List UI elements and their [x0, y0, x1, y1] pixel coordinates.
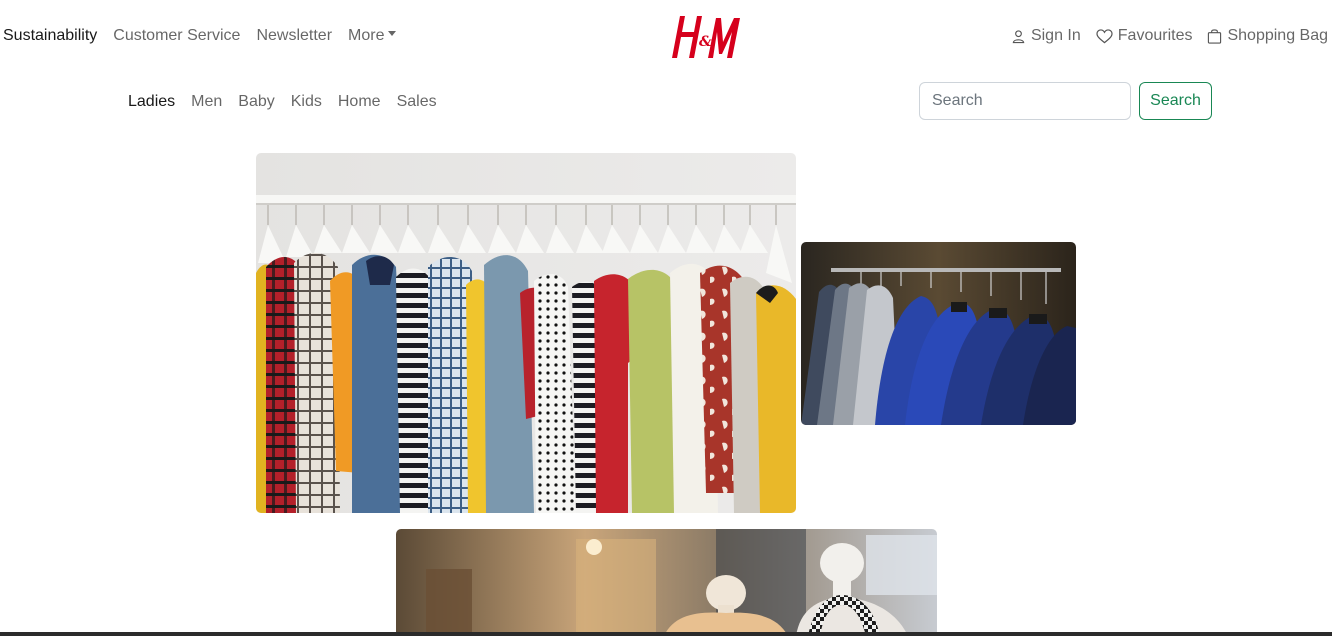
- person-icon: [1012, 29, 1025, 43]
- category-sales[interactable]: Sales: [397, 93, 437, 111]
- category-home[interactable]: Home: [338, 93, 381, 111]
- bag-icon: [1208, 29, 1222, 44]
- mannequins-image: [396, 529, 937, 636]
- utility-links: Sign In Favourites Shopping Bag: [996, 26, 1328, 46]
- nav-link-newsletter[interactable]: Newsletter: [256, 27, 332, 45]
- favourites-link[interactable]: Favourites: [1096, 26, 1193, 46]
- shopping-bag-label: Shopping Bag: [1227, 27, 1328, 44]
- category-men[interactable]: Men: [191, 93, 222, 111]
- caret-down-icon: [388, 31, 397, 37]
- shopping-bag-link[interactable]: Shopping Bag: [1207, 26, 1328, 46]
- svg-text:&: &: [699, 34, 712, 50]
- category-baby[interactable]: Baby: [238, 93, 274, 111]
- top-navbar: Sustainability Customer Service Newslett…: [0, 0, 1332, 72]
- category-nav: Ladies Men Baby Kids Home Sales: [128, 93, 453, 111]
- favourites-label: Favourites: [1117, 27, 1193, 44]
- clothing-rack-image: [256, 153, 796, 513]
- heart-icon: [1096, 28, 1113, 43]
- page-bottom-edge: [0, 632, 1332, 636]
- nav-link-customer-service[interactable]: Customer Service: [113, 27, 240, 45]
- more-label: More: [348, 27, 385, 44]
- search-button[interactable]: Search: [1139, 82, 1212, 120]
- search-input[interactable]: [919, 82, 1131, 120]
- hm-logo[interactable]: &: [664, 8, 744, 64]
- category-ladies[interactable]: Ladies: [128, 93, 175, 111]
- sign-in-link[interactable]: Sign In: [1011, 26, 1081, 46]
- more-dropdown[interactable]: More: [348, 27, 397, 45]
- category-kids[interactable]: Kids: [291, 93, 322, 111]
- suit-jackets-image: [801, 242, 1076, 425]
- sign-in-label: Sign In: [1030, 27, 1081, 44]
- search-form: Search: [919, 82, 1212, 120]
- top-nav-links: Sustainability Customer Service Newslett…: [3, 27, 412, 45]
- nav-link-sustainability[interactable]: Sustainability: [3, 27, 97, 45]
